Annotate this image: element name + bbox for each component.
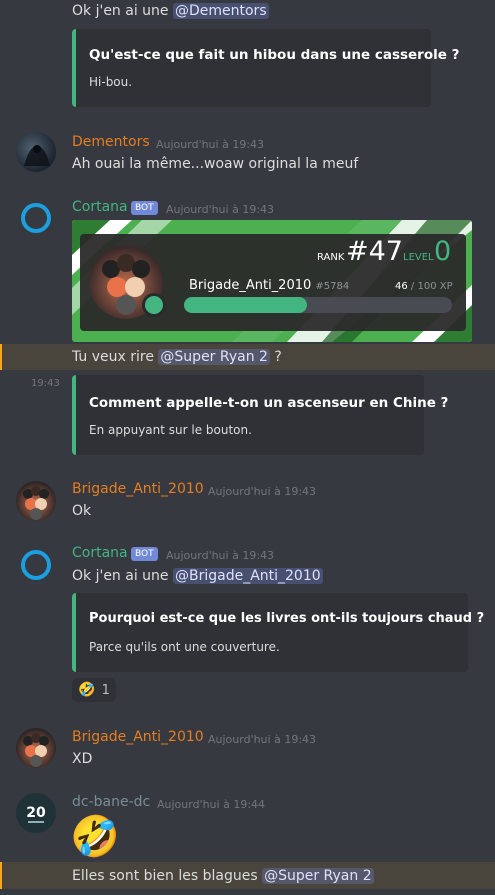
- username-cortana[interactable]: Cortana: [72, 199, 128, 215]
- user-mention[interactable]: @Super Ryan 2: [262, 868, 374, 884]
- rolling-laughing-big-emoji-icon: 🤣: [70, 814, 120, 860]
- reaction-count: 1: [101, 682, 110, 698]
- message-timestamp: Aujourd'hui à 19:43: [208, 485, 317, 498]
- embed-title: Comment appelle-t-on un ascenseur en Chi…: [89, 395, 449, 411]
- rolling-laughing-emoji-icon: 🤣: [78, 682, 96, 698]
- username-dementors[interactable]: Dementors: [72, 134, 150, 150]
- user-mention[interactable]: @Super Ryan 2: [158, 349, 270, 365]
- bot-tag: BOT: [131, 201, 158, 215]
- cortana-avatar[interactable]: [16, 198, 56, 238]
- rank-card[interactable]: RANK #47 LEVEL 0 Brigade_Anti_2010 #5784…: [72, 220, 472, 342]
- xp-progress-bar: [184, 297, 452, 313]
- message-content: Ah ouai la même...woaw original la meuf: [72, 156, 359, 172]
- cortana-ring-icon: [21, 203, 51, 233]
- svg-text:20: 20: [26, 805, 46, 821]
- group-figures-icon: [23, 486, 49, 520]
- card-username: Brigade_Anti_2010 #5784: [189, 278, 349, 293]
- embed-description: Parce qu'ils ont une couverture.: [89, 640, 280, 654]
- username-cortana[interactable]: Cortana: [72, 545, 128, 561]
- message-timestamp: Aujourd'hui à 19:43: [156, 138, 265, 151]
- embed-description: Hi-bou.: [89, 75, 133, 89]
- xp-text: 46 / 100 XP: [395, 281, 453, 292]
- message-content: Ok j'en ai une: [72, 3, 169, 19]
- message-timestamp: Aujourd'hui à 19:43: [166, 203, 275, 216]
- username-brigade[interactable]: Brigade_Anti_2010: [72, 729, 204, 745]
- joke-embed: Comment appelle-t-on un ascenseur en Chi…: [72, 375, 448, 455]
- message-content: Ok: [72, 503, 92, 519]
- group-figures-icon: [23, 733, 49, 767]
- xp-progress-fill: [184, 297, 308, 313]
- brigade-avatar[interactable]: [16, 481, 56, 521]
- bot-tag: BOT: [131, 547, 158, 561]
- embed-description: En appuyant sur le bouton.: [89, 423, 252, 437]
- message-text: Ok j'en ai une @Dementors: [72, 2, 269, 20]
- message-text: Tu veux rire @Super Ryan 2 ?: [72, 348, 282, 366]
- card-username-text: Brigade_Anti_2010: [189, 278, 312, 293]
- message-content: XD: [72, 751, 93, 767]
- side-timestamp: 19:43: [31, 378, 60, 389]
- level-value: 0: [434, 236, 452, 267]
- dementors-avatar[interactable]: [16, 132, 56, 172]
- message-text: Ok j'en ai une @Brigade_Anti_2010: [72, 567, 323, 585]
- username-dc-bane[interactable]: dc-bane-dc: [72, 794, 150, 810]
- message-timestamp: Aujourd'hui à 19:43: [166, 549, 275, 562]
- message-timestamp: Aujourd'hui à 19:43: [208, 733, 317, 746]
- rank-value: #47: [346, 236, 403, 267]
- embed-title: Pourquoi est-ce que les livres ont-ils t…: [89, 611, 485, 626]
- joke-embed: Qu'est-ce que fait un hibou dans une cas…: [72, 29, 459, 107]
- message-text: Elles sont bien les blagues @Super Ryan …: [72, 867, 374, 885]
- xp-max: / 100 XP: [410, 281, 453, 292]
- message-timestamp: Aujourd'hui à 19:44: [157, 798, 266, 811]
- cortana-avatar[interactable]: [16, 545, 56, 585]
- message-content: Tu veux rire: [72, 349, 154, 365]
- dc-bane-avatar[interactable]: 20: [16, 793, 56, 833]
- level-label: LEVEL: [403, 252, 434, 263]
- message-content: Elles sont bien les blagues: [72, 868, 258, 884]
- reaction-button[interactable]: 🤣 1: [72, 678, 116, 702]
- anniversary-20-logo-icon: 20: [26, 805, 46, 823]
- card-discriminator: #5784: [315, 281, 350, 292]
- xp-current: 46: [395, 281, 408, 292]
- message-content: Ok j'en ai une: [72, 568, 169, 584]
- dementor-figure-icon: [24, 145, 50, 166]
- joke-embed: Pourquoi est-ce que les livres ont-ils t…: [72, 593, 484, 672]
- online-status-icon: [142, 293, 166, 317]
- user-mention[interactable]: @Dementors: [172, 3, 269, 19]
- message-suffix: ?: [274, 349, 282, 365]
- username-brigade[interactable]: Brigade_Anti_2010: [72, 481, 204, 497]
- user-mention[interactable]: @Brigade_Anti_2010: [172, 568, 323, 584]
- rank-label: RANK: [317, 252, 345, 263]
- embed-title: Qu'est-ce que fait un hibou dans une cas…: [89, 47, 460, 63]
- brigade-avatar[interactable]: [16, 728, 56, 768]
- cortana-ring-icon: [21, 550, 51, 580]
